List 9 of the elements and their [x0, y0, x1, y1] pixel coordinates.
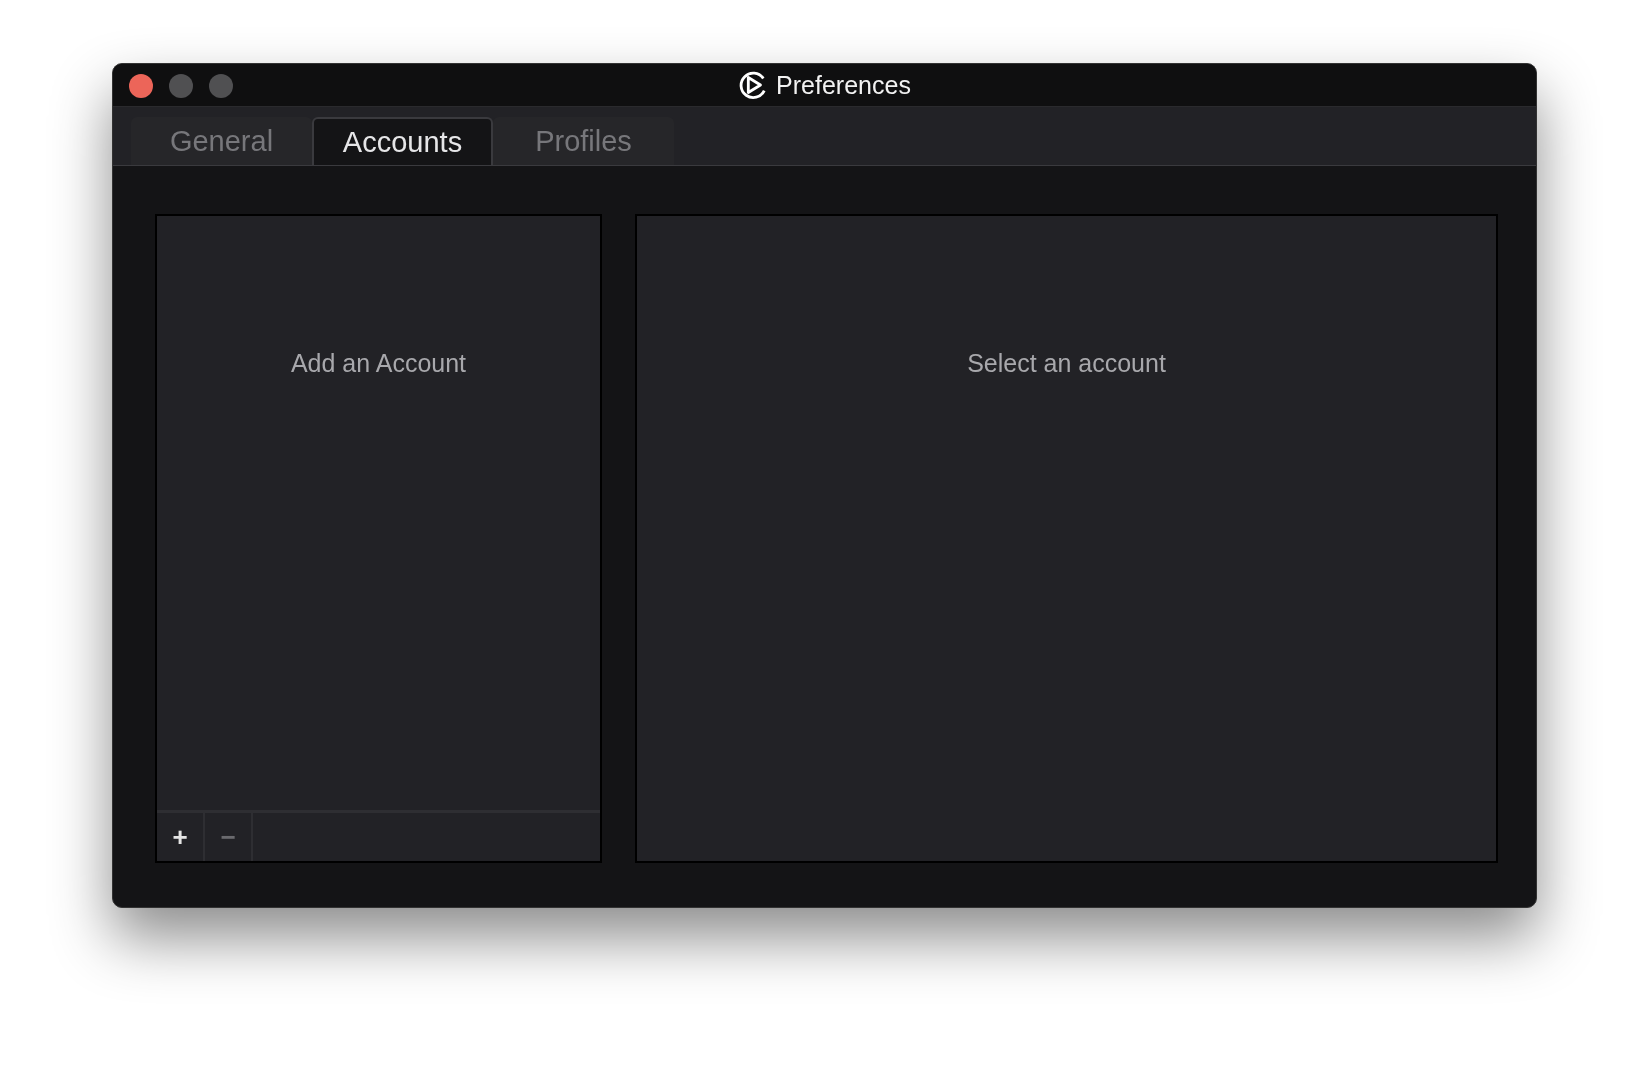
tab[interactable]: General	[131, 117, 312, 165]
tab[interactable]: Profiles	[493, 117, 674, 165]
zoom-button[interactable]	[209, 74, 233, 98]
minimize-button[interactable]	[169, 74, 193, 98]
tab[interactable]: Accounts	[312, 117, 493, 165]
empty-message: Add an Account	[290, 349, 467, 378]
window-title: Preferences	[776, 70, 911, 100]
empty-message: Select an account	[967, 349, 1166, 378]
close-button[interactable]	[129, 74, 153, 98]
